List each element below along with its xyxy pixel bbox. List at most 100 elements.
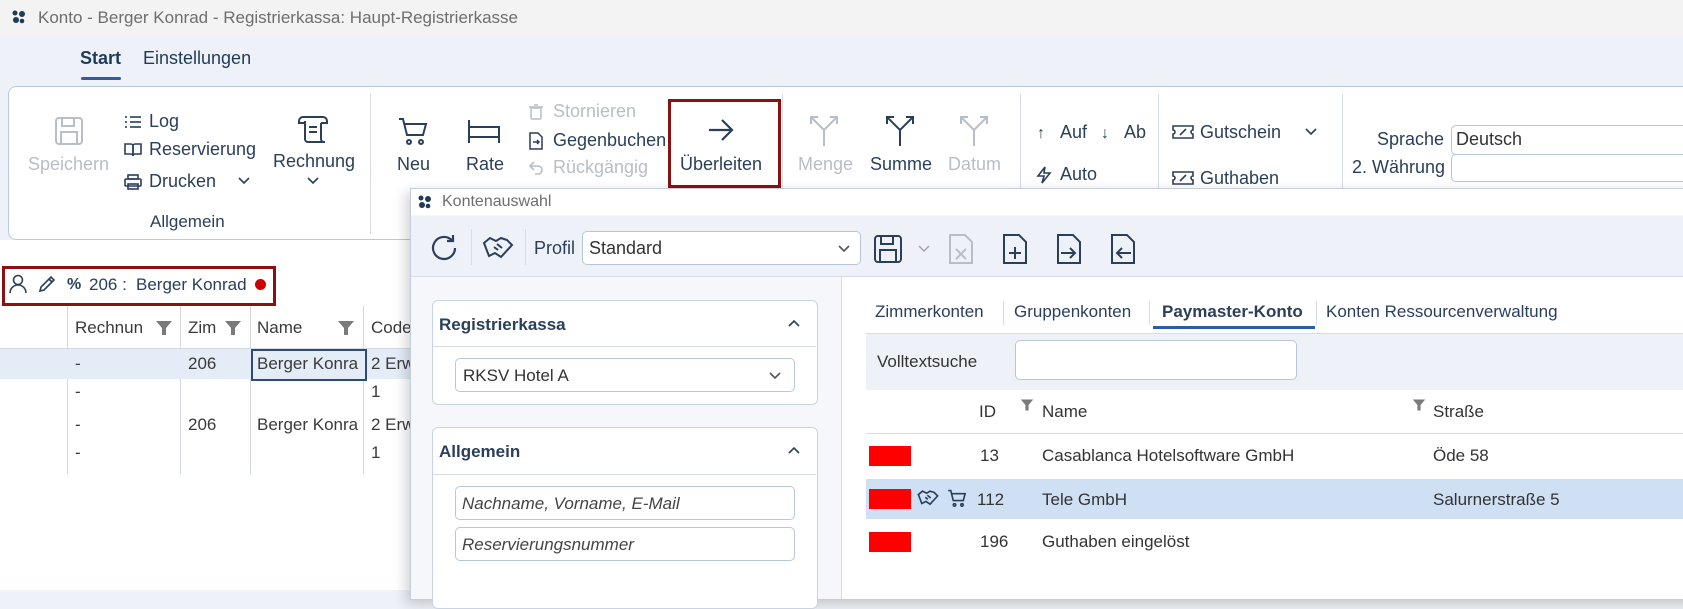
grid-divider [180,306,181,474]
account-name: Tele GmbH [1042,490,1128,509]
delete-doc-icon[interactable] [947,233,975,265]
add-doc-icon[interactable] [1001,233,1029,265]
tab-start[interactable]: Start [80,48,121,69]
voucher-button[interactable]: Gutschein [1200,122,1281,143]
active-tab-indicator [1153,326,1315,329]
reservation-number-placeholder: Reservierungsnummer [462,535,634,554]
col-header-room[interactable]: Zim [188,318,216,338]
chevron-down-icon [768,371,782,381]
cart-icon [397,115,429,147]
language-select[interactable]: Deutsch [1451,125,1683,155]
down-button[interactable]: Ab [1124,122,1146,143]
account-id: 112 [977,490,1005,509]
color-marker [869,532,911,552]
color-marker [869,489,911,509]
col-header-name[interactable]: Name [257,318,302,338]
tab-room-accounts[interactable]: Zimmerkonten [875,302,984,322]
grid-cell: 1 [371,443,381,462]
save-icon [53,115,85,147]
date-button[interactable]: Datum [948,154,1001,175]
tab-group-accounts[interactable]: Gruppenkonten [1014,302,1131,322]
storno-button[interactable]: Stornieren [553,101,636,122]
credit-button[interactable]: Guthaben [1200,168,1279,189]
chevron-down-icon[interactable] [237,176,251,186]
voucher-icon [1172,124,1194,140]
save-button[interactable]: Speichern [28,154,109,175]
sum-button[interactable]: Summe [870,154,932,175]
account-street: Öde 58 [1433,446,1489,465]
col-header-street[interactable]: Straße [1433,402,1484,422]
filter-icon[interactable] [1020,398,1034,412]
col-header-invoice[interactable]: Rechnun [75,318,145,338]
ribbon-separator [1342,94,1343,194]
currency2-select[interactable] [1451,154,1683,182]
profile-select[interactable]: Standard [582,231,861,265]
toolbar-separator [525,229,526,265]
pencil-icon[interactable] [37,274,57,294]
undo-icon [528,160,544,176]
counterbook-button[interactable]: Gegenbuchen [553,130,666,151]
filter-icon[interactable] [1412,398,1426,412]
app-logo-icon [418,195,432,209]
color-marker [869,446,911,466]
language-label: Sprache [1377,129,1445,149]
title-bar: Konto - Berger Konrad - Registrierkassa:… [0,0,1683,36]
auto-button[interactable]: Auto [1060,164,1097,185]
grid-cell: Berger Konra [257,415,359,434]
undo-button[interactable]: Rückgängig [553,157,648,178]
grid-cell: 206 [188,354,217,373]
handshake-icon [917,487,939,509]
chevron-up-icon[interactable] [787,318,801,328]
col-header-id[interactable]: ID [979,402,996,422]
grid-cell: - [75,354,81,373]
rate-button[interactable]: Rate [466,154,504,175]
chevron-down-icon[interactable] [918,245,930,253]
window-title: Konto - Berger Konrad - Registrierkassa:… [38,8,518,27]
reservation-number-input[interactable]: Reservierungsnummer [455,527,795,561]
general-panel-title[interactable]: Allgemein [439,442,520,462]
print-button[interactable]: Drucken [149,171,216,192]
import-doc-icon[interactable] [1055,233,1083,265]
handshake-icon[interactable] [482,233,514,263]
split-arrow-icon [808,114,840,148]
filter-icon[interactable] [155,320,173,336]
fulltext-search-input[interactable] [1015,340,1297,380]
name-search-input[interactable]: Nachname, Vorname, E-Mail [455,486,795,520]
export-doc-icon[interactable] [1109,233,1137,265]
chevron-down-icon[interactable] [306,176,320,186]
quantity-button[interactable]: Menge [798,154,853,175]
log-button[interactable]: Log [149,111,179,132]
language-value: Deutsch [1456,129,1523,149]
col-header-name[interactable]: Name [1042,402,1087,422]
status-dot [255,279,266,290]
tab-resource-accounts[interactable]: Konten Ressourcenverwaltung [1326,302,1558,322]
save-icon[interactable] [873,234,903,264]
lightning-icon [1036,166,1052,184]
chevron-up-icon[interactable] [787,445,801,455]
person-icon[interactable] [9,274,27,294]
chevron-down-icon[interactable] [1304,127,1318,137]
bed-icon [467,117,501,145]
percent-icon[interactable]: % [67,276,81,294]
ribbon-separator [1158,94,1159,194]
refresh-icon[interactable] [429,233,459,263]
filter-icon[interactable] [337,320,355,336]
guest-room: 206 : [89,275,127,294]
new-button[interactable]: Neu [397,154,430,175]
invoice-button[interactable]: Rechnung [273,151,355,172]
grid-cell: - [75,382,81,401]
reservation-button[interactable]: Reservierung [149,139,256,160]
tab-einstellungen[interactable]: Einstellungen [143,48,251,69]
split-arrow-icon [884,114,916,148]
cart-icon [946,488,968,508]
ribbon-tabs [0,36,1683,86]
register-panel-title[interactable]: Registrierkassa [439,315,566,335]
col-header-code[interactable]: Code [371,318,412,338]
up-button[interactable]: Auf [1060,122,1087,143]
fulltext-search-label: Volltextsuche [877,352,978,371]
arrow-down-icon: ↓ [1101,125,1109,142]
filter-icon[interactable] [224,320,242,336]
app-logo-icon [12,10,26,24]
register-select[interactable]: RKSV Hotel A [455,358,795,392]
tab-paymaster-account[interactable]: Paymaster-Konto [1162,302,1303,322]
